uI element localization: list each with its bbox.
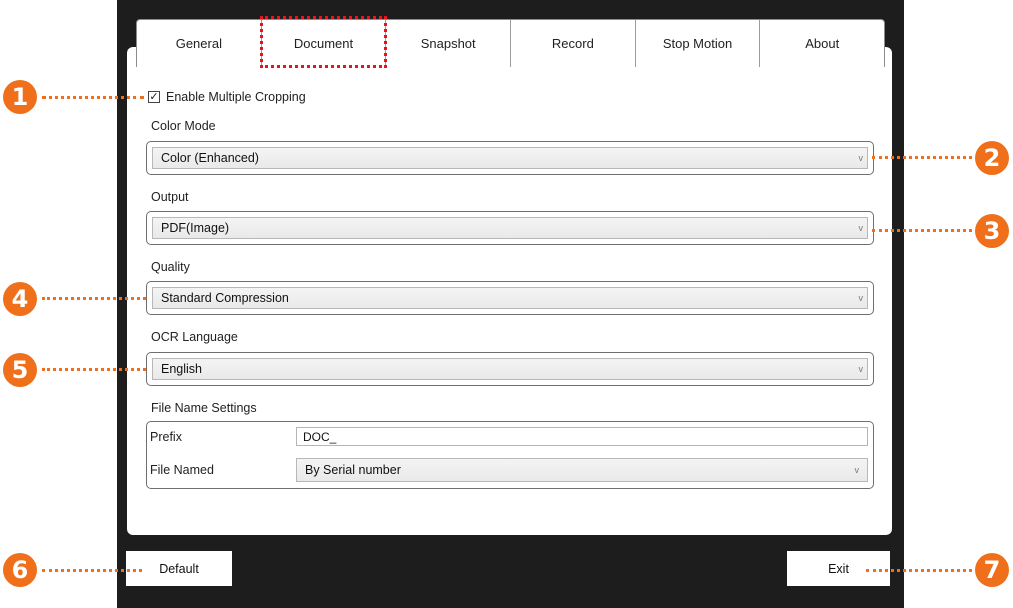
callout-4-leader: [42, 297, 146, 300]
output-value: PDF(Image): [161, 221, 230, 235]
output-select[interactable]: PDF(Image) v: [146, 211, 874, 245]
callout-2-leader: [872, 156, 972, 159]
file-name-settings-label: File Name Settings: [151, 401, 257, 415]
ocr-language-label: OCR Language: [151, 330, 238, 344]
tab-record[interactable]: Record: [511, 20, 636, 67]
callout-6-badge: 6: [3, 553, 37, 587]
color-mode-select[interactable]: Color (Enhanced) v: [146, 141, 874, 175]
tab-snapshot[interactable]: Snapshot: [386, 20, 512, 67]
prefix-input[interactable]: [296, 427, 868, 446]
callout-3-badge: 3: [975, 214, 1009, 248]
enable-multiple-cropping-label: Enable Multiple Cropping: [166, 90, 306, 104]
chevron-down-icon: v: [854, 465, 860, 475]
chevron-down-icon: v: [858, 293, 864, 303]
chevron-down-icon: v: [858, 153, 864, 163]
callout-7-leader: [866, 569, 972, 572]
callout-1-badge: 1: [3, 80, 37, 114]
callout-2-badge: 2: [975, 141, 1009, 175]
callout-7-badge: 7: [975, 553, 1009, 587]
enable-multiple-cropping[interactable]: ✓ Enable Multiple Cropping: [148, 89, 306, 105]
check-icon: ✓: [149, 90, 159, 103]
chevron-down-icon: v: [858, 364, 864, 374]
output-label: Output: [151, 190, 189, 204]
tab-document[interactable]: Document: [259, 16, 388, 68]
file-named-label: File Named: [150, 463, 214, 477]
tab-about[interactable]: About: [760, 20, 884, 67]
color-mode-value: Color (Enhanced): [161, 151, 259, 165]
chevron-down-icon: v: [858, 223, 864, 233]
tab-stop-motion[interactable]: Stop Motion: [636, 20, 761, 67]
ocr-language-select[interactable]: English v: [146, 352, 874, 386]
tab-bar: General Document Snapshot Record Stop Mo…: [136, 16, 885, 68]
callout-6-leader: [42, 569, 142, 572]
quality-select[interactable]: Standard Compression v: [146, 281, 874, 315]
callout-5-badge: 5: [3, 353, 37, 387]
callout-5-leader: [42, 368, 146, 371]
callout-1-leader: [42, 96, 144, 99]
callout-4-badge: 4: [3, 282, 37, 316]
tab-general[interactable]: General: [137, 20, 262, 67]
quality-value: Standard Compression: [161, 291, 289, 305]
quality-label: Quality: [151, 260, 190, 274]
ocr-language-value: English: [161, 362, 202, 376]
file-named-value: By Serial number: [305, 463, 401, 477]
callout-3-leader: [872, 229, 972, 232]
prefix-label: Prefix: [150, 430, 182, 444]
file-named-select[interactable]: By Serial number v: [296, 458, 868, 482]
enable-multiple-cropping-checkbox[interactable]: ✓: [148, 91, 160, 103]
color-mode-label: Color Mode: [151, 119, 216, 133]
